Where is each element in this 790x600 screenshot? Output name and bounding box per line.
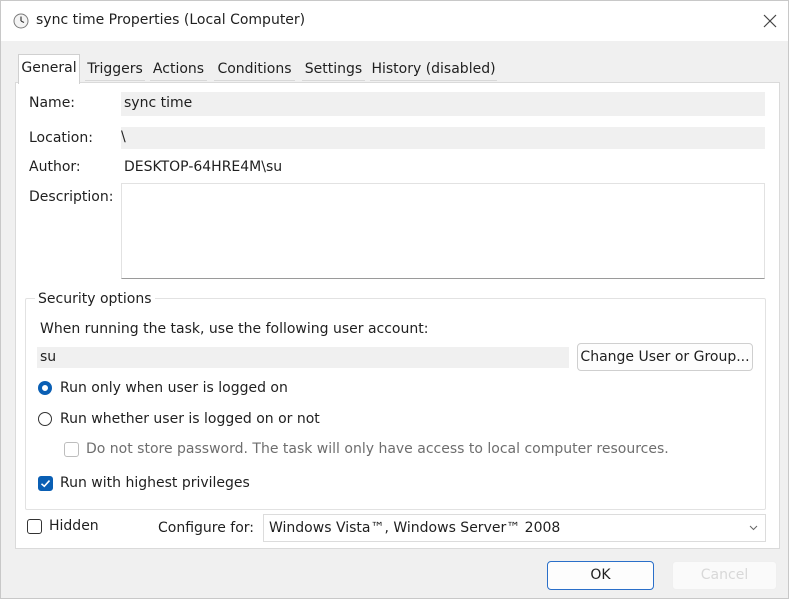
chevron-down-icon	[749, 525, 758, 531]
tab-history[interactable]: History (disabled)	[370, 57, 497, 81]
clock-icon	[13, 13, 29, 29]
configure-for-label: Configure for:	[158, 520, 255, 536]
security-options-title: Security options	[35, 291, 155, 307]
user-account-field: su	[37, 347, 569, 368]
title-bar: sync time Properties (Local Computer)	[1, 1, 788, 41]
name-label: Name:	[29, 95, 76, 111]
do-not-store-password-checkbox[interactable]	[64, 442, 79, 457]
close-icon	[763, 14, 777, 28]
user-account-value: su	[40, 349, 57, 365]
cancel-button[interactable]: Cancel	[672, 561, 777, 590]
highest-privileges-label[interactable]: Run with highest privileges	[60, 475, 250, 491]
description-field[interactable]	[121, 183, 765, 279]
location-label: Location:	[29, 130, 93, 146]
hidden-checkbox[interactable]	[27, 519, 42, 534]
window-title: sync time Properties (Local Computer)	[36, 12, 306, 28]
name-value: sync time	[124, 95, 193, 111]
tab-settings[interactable]: Settings	[302, 57, 365, 81]
configure-for-value: Windows Vista™, Windows Server™ 2008	[269, 520, 561, 536]
location-value: \	[121, 129, 126, 145]
radio-whether-logged-on-label[interactable]: Run whether user is logged on or not	[60, 411, 320, 427]
location-field: \	[121, 127, 765, 149]
description-label: Description:	[29, 189, 114, 205]
properties-dialog: sync time Properties (Local Computer) Ge…	[0, 0, 789, 599]
tab-actions[interactable]: Actions	[150, 57, 207, 81]
radio-logged-on[interactable]	[38, 381, 52, 395]
ok-button[interactable]: OK	[547, 561, 654, 590]
tab-conditions[interactable]: Conditions	[214, 57, 295, 81]
author-label: Author:	[29, 159, 81, 175]
radio-whether-logged-on[interactable]	[38, 412, 52, 426]
tab-general[interactable]: General	[18, 54, 80, 84]
radio-logged-on-label[interactable]: Run only when user is logged on	[60, 380, 288, 396]
close-button[interactable]	[759, 7, 781, 35]
change-user-or-group-button[interactable]: Change User or Group...	[577, 343, 753, 371]
author-value: DESKTOP-64HRE4M\su	[124, 159, 283, 175]
account-prompt: When running the task, use the following…	[40, 321, 429, 337]
tab-triggers[interactable]: Triggers	[85, 57, 145, 81]
name-field[interactable]: sync time	[121, 92, 765, 116]
hidden-label[interactable]: Hidden	[49, 518, 99, 534]
highest-privileges-checkbox[interactable]	[38, 476, 53, 491]
configure-for-select[interactable]: Windows Vista™, Windows Server™ 2008	[263, 514, 766, 542]
do-not-store-password-label: Do not store password. The task will onl…	[86, 441, 669, 457]
checkmark-icon	[40, 480, 51, 488]
